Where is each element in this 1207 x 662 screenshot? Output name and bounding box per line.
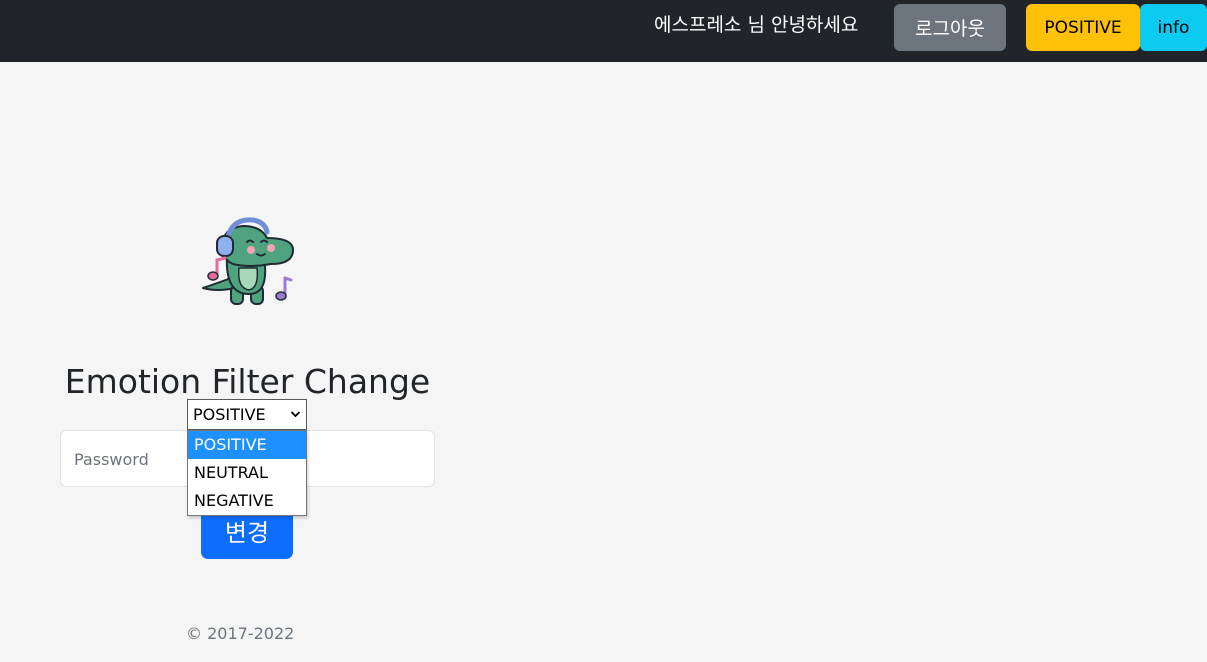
logout-button[interactable]: 로그아웃	[894, 4, 1006, 51]
select-option-negative[interactable]: NEGATIVE	[188, 487, 306, 515]
emotion-select-value: POSITIVE	[193, 405, 266, 424]
select-option-neutral[interactable]: NEUTRAL	[188, 459, 306, 487]
top-navbar: 에스프레소 님 안녕하세요 로그아웃 POSITIVE info	[0, 0, 1207, 62]
emotion-select-dropdown: POSITIVE NEUTRAL NEGATIVE	[187, 430, 307, 516]
info-button[interactable]: info	[1140, 4, 1207, 51]
emotion-filter-button[interactable]: POSITIVE	[1026, 4, 1140, 51]
emotion-select[interactable]: POSITIVE	[187, 399, 307, 430]
dinosaur-headphones-icon	[202, 217, 295, 305]
select-option-positive[interactable]: POSITIVE	[188, 431, 306, 459]
footer-copyright: © 2017-2022	[186, 624, 295, 643]
user-greeting: 에스프레소 님 안녕하세요	[654, 14, 859, 36]
password-placeholder: Password	[74, 450, 149, 469]
